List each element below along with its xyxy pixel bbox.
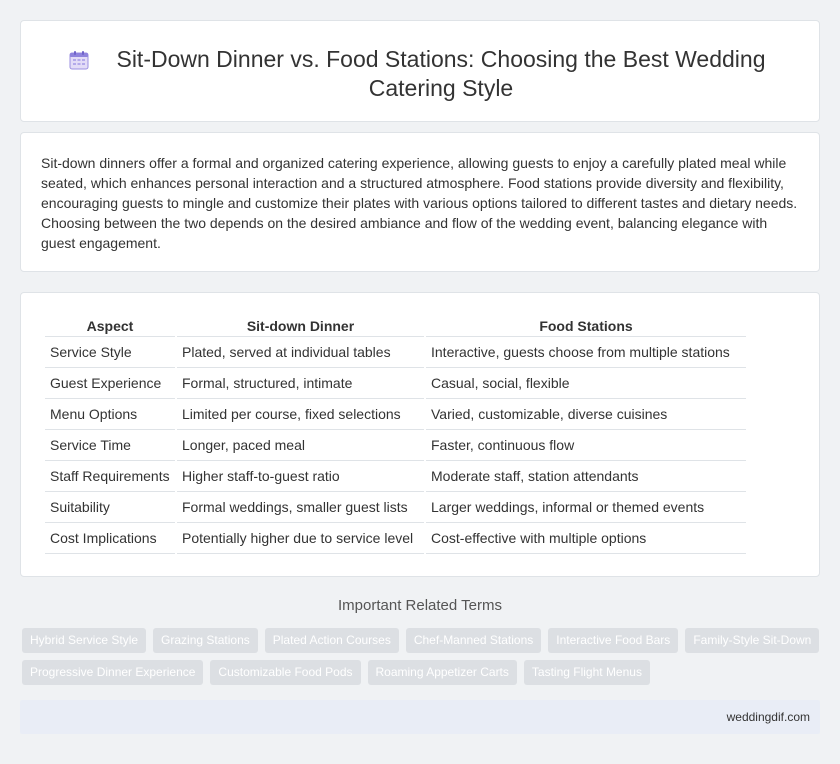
table-cell: Higher staff-to-guest ratio — [177, 461, 424, 492]
header-card: Sit-Down Dinner vs. Food Stations: Choos… — [20, 20, 820, 122]
footer: weddingdif.com — [20, 700, 820, 734]
tag-grazing-stations[interactable]: Grazing Stations — [153, 628, 258, 653]
tag-row: Hybrid Service Style Grazing Stations Pl… — [22, 628, 822, 653]
tag-interactive-food-bars[interactable]: Interactive Food Bars — [548, 628, 679, 653]
tag-tasting-flight-menus[interactable]: Tasting Flight Menus — [523, 660, 650, 685]
tag-hybrid-service-style[interactable]: Hybrid Service Style — [22, 628, 147, 653]
table-cell: Formal, structured, intimate — [177, 368, 424, 399]
table-cell: Faster, continuous flow — [426, 430, 746, 461]
table-cell: Interactive, guests choose from multiple… — [426, 337, 746, 368]
table-row: Cost Implications Potentially higher due… — [45, 523, 746, 554]
table-row: Service Style Plated, served at individu… — [45, 337, 746, 368]
table-cell: Guest Experience — [45, 368, 175, 399]
table-header-row: Aspect Sit-down Dinner Food Stations — [45, 315, 746, 337]
table-row: Suitability Formal weddings, smaller gue… — [45, 492, 746, 523]
table-row: Menu Options Limited per course, fixed s… — [45, 399, 746, 430]
tag-family-style-sit-down[interactable]: Family-Style Sit-Down — [685, 628, 820, 653]
table-cell: Plated, served at individual tables — [177, 337, 424, 368]
comparison-table: Aspect Sit-down Dinner Food Stations Ser… — [43, 315, 748, 554]
table-row: Service Time Longer, paced meal Faster, … — [45, 430, 746, 461]
comparison-table-card: Aspect Sit-down Dinner Food Stations Ser… — [20, 292, 820, 577]
intro-card: Sit-down dinners offer a formal and orga… — [20, 132, 820, 272]
column-header-aspect: Aspect — [45, 315, 175, 337]
table-cell: Moderate staff, station attendants — [426, 461, 746, 492]
page-title: Sit-Down Dinner vs. Food Stations: Choos… — [116, 46, 766, 101]
table-cell: Longer, paced meal — [177, 430, 424, 461]
table-cell: Suitability — [45, 492, 175, 523]
table-row: Staff Requirements Higher staff-to-guest… — [45, 461, 746, 492]
table-cell: Staff Requirements — [45, 461, 175, 492]
tag-progressive-dinner-experience[interactable]: Progressive Dinner Experience — [22, 660, 204, 685]
tag-plated-action-courses[interactable]: Plated Action Courses — [264, 628, 399, 653]
tag-customizable-food-pods[interactable]: Customizable Food Pods — [210, 660, 361, 685]
table-cell: Limited per course, fixed selections — [177, 399, 424, 430]
intro-paragraph: Sit-down dinners offer a formal and orga… — [41, 155, 798, 251]
table-cell: Service Time — [45, 430, 175, 461]
table-cell: Larger weddings, informal or themed even… — [426, 492, 746, 523]
footer-site-link[interactable]: weddingdif.com — [727, 710, 810, 724]
related-terms-heading: Important Related Terms — [338, 597, 502, 614]
table-cell: Potentially higher due to service level — [177, 523, 424, 554]
table-cell: Varied, customizable, diverse cuisines — [426, 399, 746, 430]
column-header-sit-down-dinner: Sit-down Dinner — [177, 315, 424, 337]
table-cell: Cost-effective with multiple options — [426, 523, 746, 554]
tag-chef-manned-stations[interactable]: Chef-Manned Stations — [405, 628, 542, 653]
table-cell: Formal weddings, smaller guest lists — [177, 492, 424, 523]
table-row: Guest Experience Formal, structured, int… — [45, 368, 746, 399]
table-cell: Service Style — [45, 337, 175, 368]
tag-roaming-appetizer-carts[interactable]: Roaming Appetizer Carts — [367, 660, 517, 685]
table-cell: Menu Options — [45, 399, 175, 430]
table-cell: Cost Implications — [45, 523, 175, 554]
tag-row: Progressive Dinner Experience Customizab… — [22, 660, 822, 685]
column-header-food-stations: Food Stations — [426, 315, 746, 337]
related-terms-tags: Hybrid Service Style Grazing Stations Pl… — [22, 628, 822, 692]
table-cell: Casual, social, flexible — [426, 368, 746, 399]
